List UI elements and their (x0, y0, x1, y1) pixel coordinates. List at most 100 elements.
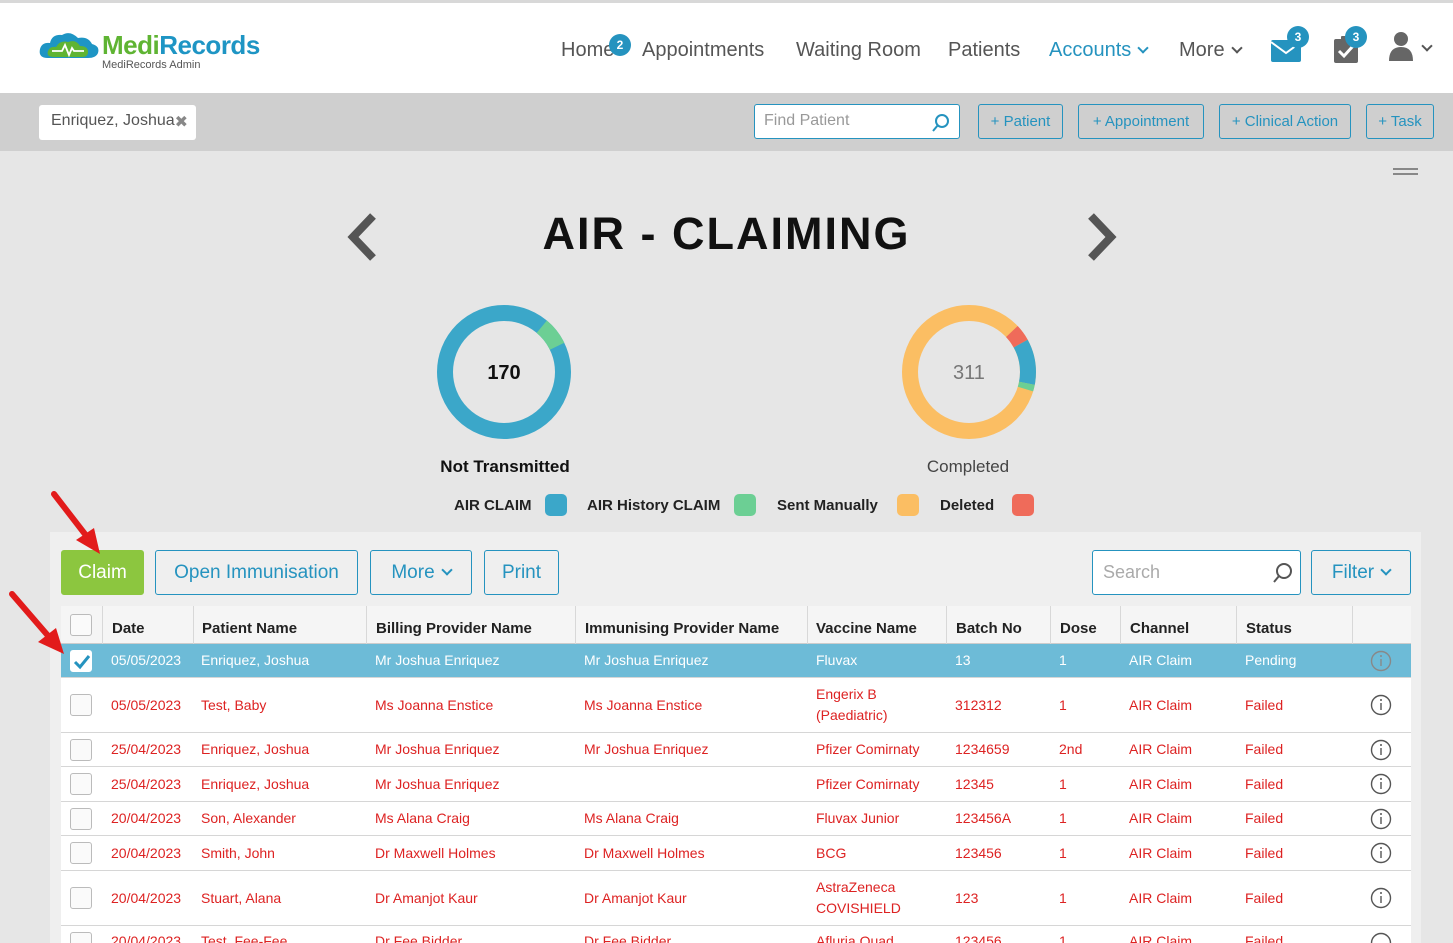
logo-subtitle: MediRecords Admin (102, 59, 201, 71)
table-row[interactable]: 20/04/2023 Test, Fee-Fee Dr Fee Bidder D… (61, 926, 1411, 943)
print-button[interactable]: Print (484, 550, 559, 595)
header-status[interactable]: Status (1246, 606, 1292, 643)
header-billing-provider[interactable]: Billing Provider Name (376, 606, 532, 643)
add-patient-button[interactable]: + Patient (978, 104, 1063, 139)
next-arrow-icon[interactable] (1085, 212, 1119, 262)
completed-label: Completed (926, 457, 1010, 476)
cell-channel: AIR Claim (1129, 844, 1193, 861)
nav-accounts[interactable]: Accounts (1049, 39, 1149, 62)
cell-vaccine-name: Fluvax (816, 652, 858, 668)
filter-button[interactable]: Filter (1311, 550, 1411, 595)
search-icon (1273, 563, 1292, 583)
header-channel[interactable]: Channel (1130, 606, 1189, 643)
add-appointment-button[interactable]: + Appointment (1078, 104, 1204, 139)
column-divider (946, 606, 947, 644)
cell-patient-name: Enriquez, Joshua (201, 741, 310, 757)
cell-date: 20/04/2023 (111, 889, 182, 906)
cell-channel: AIR Claim (1129, 741, 1193, 757)
cell-billing-provider: Dr Fee Bidder (375, 933, 463, 943)
table-row[interactable]: 20/04/2023 Smith, John Dr Maxwell Holmes… (61, 836, 1411, 871)
nav-home[interactable]: Home (561, 39, 614, 62)
header-batch-no[interactable]: Batch No (956, 606, 1022, 643)
open-immunisation-button[interactable]: Open Immunisation (155, 550, 358, 595)
table-row[interactable]: 20/04/2023 Son, Alexander Ms Alana Craig… (61, 802, 1411, 836)
info-icon[interactable] (1370, 694, 1392, 716)
cell-channel: AIR Claim (1129, 775, 1193, 792)
row-checkbox[interactable] (70, 773, 92, 795)
row-checkbox[interactable] (70, 932, 92, 943)
row-checkbox[interactable] (70, 808, 92, 830)
cell-vaccine-name: Pfizer Comirnaty (816, 741, 920, 757)
close-icon[interactable]: ✖ (175, 112, 188, 132)
legend-air-claim-label: AIR CLAIM (454, 497, 532, 514)
table-search-input[interactable]: Search (1092, 550, 1301, 595)
header-immunising-provider[interactable]: Immunising Provider Name (585, 606, 779, 643)
add-clinical-action-button[interactable]: + Clinical Action (1219, 104, 1351, 139)
info-icon[interactable] (1370, 808, 1392, 830)
tasks-notification-badge: 3 (1345, 26, 1367, 48)
cell-date: 25/04/2023 (111, 741, 182, 757)
cell-immunising-provider: Ms Joanna Enstice (584, 696, 703, 713)
table-row[interactable]: 25/04/2023 Enriquez, Joshua Mr Joshua En… (61, 767, 1411, 802)
row-checkbox[interactable] (70, 739, 92, 761)
nav-patients[interactable]: Patients (948, 39, 1020, 62)
more-actions-label: More (391, 562, 435, 583)
row-checkbox[interactable] (70, 842, 92, 864)
column-divider (366, 606, 367, 644)
table-row[interactable]: 25/04/2023 Enriquez, Joshua Mr Joshua En… (61, 733, 1411, 767)
row-checkbox[interactable] (70, 694, 92, 716)
cell-patient-name: Test, Baby (201, 696, 267, 713)
nav-waiting-room[interactable]: Waiting Room (796, 39, 921, 62)
header-dose[interactable]: Dose (1060, 606, 1097, 643)
chevron-down-icon (1380, 564, 1392, 576)
info-icon[interactable] (1370, 739, 1392, 761)
cell-patient-name: Test, Fee-Fee (201, 933, 288, 943)
row-checkbox[interactable] (70, 887, 92, 909)
column-divider (1352, 606, 1353, 644)
cell-dose: 1 (1059, 775, 1067, 792)
cell-channel: AIR Claim (1129, 696, 1193, 713)
logo-wordmark: MediRecords (102, 30, 260, 61)
header-vaccine-name[interactable]: Vaccine Name (816, 606, 917, 643)
cell-billing-provider: Ms Joanna Enstice (375, 696, 494, 713)
filter-label: Filter (1331, 562, 1375, 583)
table-row[interactable]: 05/05/2023 Test, Baby Ms Joanna Enstice … (61, 678, 1411, 733)
hamburger-menu-icon[interactable] (1393, 168, 1418, 178)
header-patient-name[interactable]: Patient Name (202, 606, 297, 643)
red-annotation-arrow-icon (51, 491, 100, 554)
cell-status: Failed (1245, 775, 1284, 792)
info-icon[interactable] (1370, 887, 1392, 909)
header-date[interactable]: Date (112, 606, 145, 643)
nav-more[interactable]: More (1179, 39, 1243, 62)
cell-vaccine-name: AstraZeneca COVISHIELD (816, 871, 901, 925)
cell-batch-no: 123456 (955, 933, 1002, 943)
table-row[interactable]: 20/04/2023 Stuart, Alana Dr Amanjot Kaur… (61, 871, 1411, 926)
cell-dose: 1 (1059, 933, 1067, 943)
info-icon[interactable] (1370, 842, 1392, 864)
row-checkbox[interactable] (70, 650, 92, 672)
chevron-down-icon (440, 564, 453, 576)
completed-count: 311 (953, 362, 985, 384)
table-row[interactable]: 05/05/2023 Enriquez, Joshua Mr Joshua En… (61, 644, 1411, 678)
cell-vaccine-name: Fluvax Junior (816, 810, 900, 826)
cell-billing-provider: Dr Maxwell Holmes (375, 844, 496, 861)
find-patient-input[interactable]: Find Patient (754, 104, 960, 139)
cell-channel: AIR Claim (1129, 652, 1193, 668)
current-patient-chip[interactable]: Enriquez, Joshua ✖ (39, 105, 196, 140)
cell-patient-name: Stuart, Alana (201, 889, 282, 906)
info-icon[interactable] (1370, 773, 1392, 795)
cell-billing-provider: Mr Joshua Enriquez (375, 652, 500, 668)
cell-date: 25/04/2023 (111, 775, 182, 792)
more-actions-button[interactable]: More (370, 550, 472, 595)
info-icon[interactable] (1370, 650, 1392, 672)
chevron-down-icon (1230, 42, 1243, 54)
column-divider (1236, 606, 1237, 644)
user-menu[interactable] (1389, 31, 1433, 66)
select-all-checkbox[interactable] (70, 614, 92, 636)
add-task-button[interactable]: + Task (1366, 104, 1434, 139)
cloud-logo-icon (39, 33, 99, 58)
info-icon[interactable] (1370, 932, 1392, 943)
nav-appointments[interactable]: Appointments (642, 39, 764, 62)
vaccine-name-line2: COVISHIELD (816, 900, 901, 916)
cell-date: 05/05/2023 (111, 696, 182, 713)
